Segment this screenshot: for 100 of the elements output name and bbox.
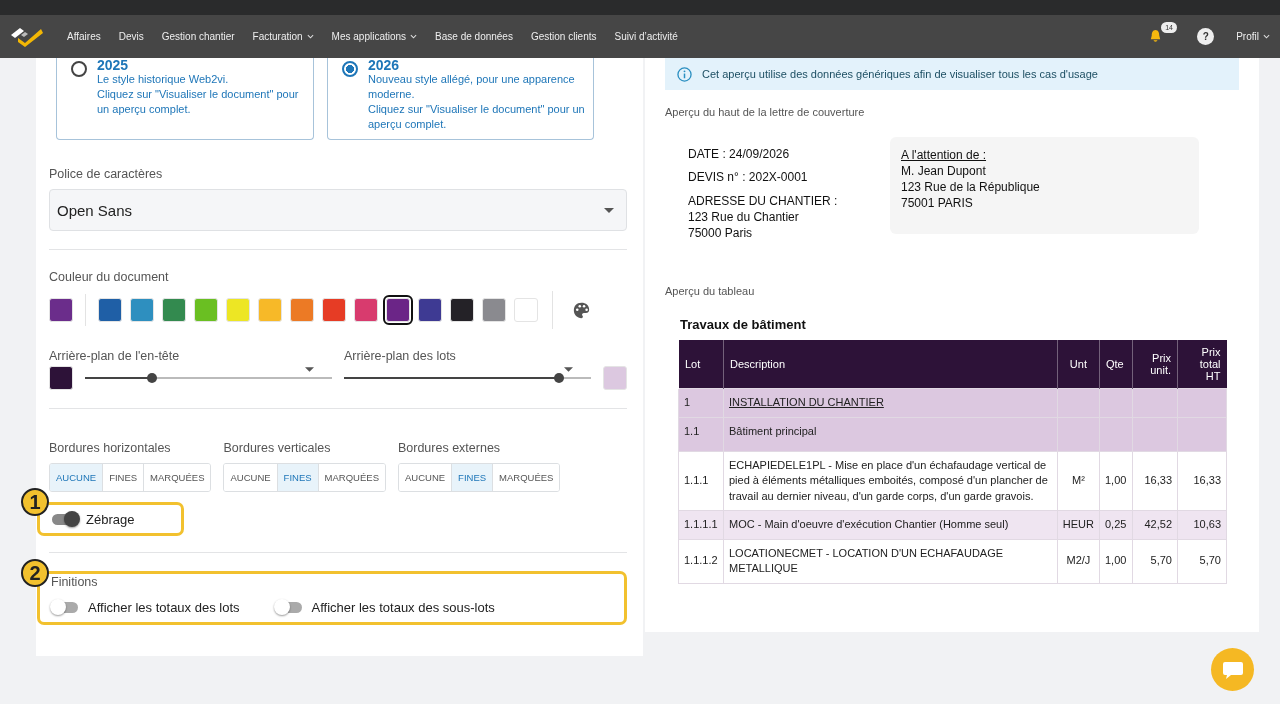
caret-icon	[1263, 34, 1270, 39]
table-cell: 1.1.1	[684, 474, 709, 486]
palette-icon[interactable]	[573, 301, 590, 319]
section-title: Finitions	[51, 575, 99, 589]
font-select[interactable]: Open Sans	[49, 189, 627, 231]
style-description: Cliquez sur "Visualiser le document" pour un aperçu complet.	[97, 87, 300, 117]
table-cell: 16,33	[1144, 474, 1172, 486]
radio-button[interactable]	[342, 61, 358, 77]
field-label: Bordures externes	[397, 441, 502, 455]
color-swatch[interactable]	[450, 298, 474, 322]
field-label: Couleur du document	[49, 270, 170, 284]
style-description: Nouveau style allégé, pour une apparence moderne.	[368, 72, 576, 102]
color-swatch[interactable]	[194, 298, 218, 322]
nav-item[interactable]: Devis	[109, 31, 153, 42]
color-swatch[interactable]	[322, 298, 346, 322]
color-swatch[interactable]	[98, 298, 122, 322]
segment-option[interactable]: MARQUÉES	[143, 464, 211, 491]
style-option-card[interactable]: 2025 Le style historique Web2vi. Cliquez sur "Visualiser le document" pour un aperçu complet.	[56, 58, 314, 140]
style-description: Le style historique Web2vi.	[97, 72, 230, 87]
column-header: Prix total HT	[1177, 340, 1227, 389]
nav-item[interactable]: Base de données	[426, 31, 522, 42]
table-cell: 1.1	[684, 424, 700, 437]
recipient-heading: A l'attention de :	[901, 147, 988, 163]
dropdown-caret-icon	[305, 367, 314, 372]
dropdown-caret-icon	[604, 207, 614, 213]
segment-option[interactable]: FINES	[451, 464, 493, 491]
recipient-line: M. Jean Dupont	[901, 163, 987, 179]
color-swatch[interactable]	[386, 298, 410, 322]
table-cell: 1	[684, 396, 691, 408]
table-cell: INSTALLATION DU CHANTIER	[729, 396, 884, 408]
table-cell: 1,00	[1105, 474, 1127, 486]
color-swatch[interactable]	[162, 298, 186, 322]
nav-item[interactable]: Suivi d’activité	[605, 31, 687, 42]
color-swatch[interactable]	[226, 298, 250, 322]
table-cell: 5,70	[1199, 554, 1221, 567]
step-badge: 1	[21, 488, 49, 516]
slider-thumb[interactable]	[146, 373, 157, 383]
color-swatch[interactable]	[290, 298, 314, 322]
color-swatch[interactable]	[130, 298, 154, 322]
toggle-label: Afficher les totaux des lots	[88, 600, 240, 615]
nav-item[interactable]: Gestion clients	[521, 31, 606, 42]
dropdown-caret-icon	[564, 367, 573, 372]
nav-item[interactable]: Mes applications	[322, 31, 427, 42]
table-cell: 16,33	[1193, 474, 1221, 486]
color-swatch[interactable]	[482, 298, 506, 322]
table-cell: 42,52	[1144, 518, 1172, 530]
style-option-card[interactable]: 2026 Nouveau style allégé, pour une apparence moderne. Cliquez sur "Visualiser le document" pour un aperçu complet.	[327, 58, 594, 140]
table-cell: 5,70	[1150, 554, 1172, 567]
toggle-switch[interactable]	[275, 602, 302, 613]
field-label: Bordures horizontales	[49, 441, 172, 455]
style-year: 2026	[368, 58, 401, 72]
header-color-swatch[interactable]	[49, 366, 73, 390]
site-address-line: 123 Rue du Chantier	[688, 209, 800, 225]
table-cell: 1,00	[1105, 554, 1127, 567]
recipient-line: 123 Rue de la République	[901, 179, 1041, 195]
segment-option[interactable]: AUCUNE	[50, 464, 103, 491]
toggle-label: Afficher les totaux des sous-lots	[311, 600, 495, 615]
toggle-switch[interactable]	[52, 602, 78, 613]
field-label: Arrière-plan de l'en-tête	[49, 349, 181, 363]
color-swatch[interactable]	[514, 298, 538, 322]
table-cell: ECHAPIEDELE1PL - Mise en place d'un échafaudage vertical de pied à éléments métalliques emboités, composé d'un plancher de travail au dernier niveau, d'un garde corps, d'un garde gravois.	[729, 458, 1048, 502]
segment-option[interactable]: FINES	[276, 464, 318, 491]
style-year: 2025	[97, 58, 130, 72]
section-label: Aperçu du tableau	[665, 285, 756, 297]
quote-number: DEVIS n° : 202X-0001	[688, 170, 809, 184]
nav-item[interactable]: Facturation	[243, 31, 323, 42]
nav-item[interactable]: Affaires	[58, 31, 110, 42]
column-header: Description	[723, 340, 1058, 389]
table-cell: Bâtiment principal	[729, 424, 817, 437]
table-cell: M2/J	[1066, 554, 1091, 567]
field-label: Arrière-plan des lots	[344, 349, 457, 363]
column-header: Prix unit.	[1132, 340, 1178, 389]
toggle-label: Zébrage	[86, 511, 135, 527]
site-address-line: 75000 Paris	[688, 225, 754, 241]
table-cell: MOC - Main d'oeuvre d'exécution Chantier (Homme seul)	[729, 518, 1009, 530]
lots-color-swatch[interactable]	[603, 366, 627, 390]
field-label: Bordures verticales	[223, 441, 332, 455]
color-swatch[interactable]	[354, 298, 378, 322]
table-cell: 1.1.1.1	[684, 518, 718, 530]
nav-item[interactable]: Gestion chantier	[152, 31, 244, 42]
table-title: Travaux de bâtiment	[680, 317, 807, 332]
caret-icon	[306, 34, 314, 39]
table-cell: HEUR	[1062, 518, 1094, 530]
profile-menu[interactable]: Profil	[1236, 31, 1270, 42]
info-text: Cet aperçu utilise des données génériques afin de visualiser tous les cas d'usage	[702, 68, 1098, 80]
segment-option[interactable]: MARQUÉES	[317, 464, 385, 491]
current-color-swatch[interactable]	[49, 298, 73, 322]
radio-button[interactable]	[71, 61, 87, 77]
logo-icon[interactable]	[10, 25, 44, 48]
recipient-line: 75001 PARIS	[901, 195, 974, 211]
chat-bubble-icon	[1221, 659, 1244, 680]
segment-option[interactable]: MARQUÉES	[492, 464, 560, 491]
help-button[interactable]: ?	[1197, 28, 1215, 45]
toggle-switch[interactable]	[52, 513, 78, 525]
style-description: Cliquez sur "Visualiser le document" pour un aperçu complet.	[368, 102, 585, 132]
slider-thumb[interactable]	[553, 373, 564, 383]
table-cell: LOCATIONECMET - LOCATION D'UN ECHAFAUDAGE METALLIQUE	[729, 546, 1004, 574]
caret-icon	[410, 34, 418, 39]
color-swatch[interactable]	[418, 298, 442, 322]
color-swatch[interactable]	[258, 298, 282, 322]
